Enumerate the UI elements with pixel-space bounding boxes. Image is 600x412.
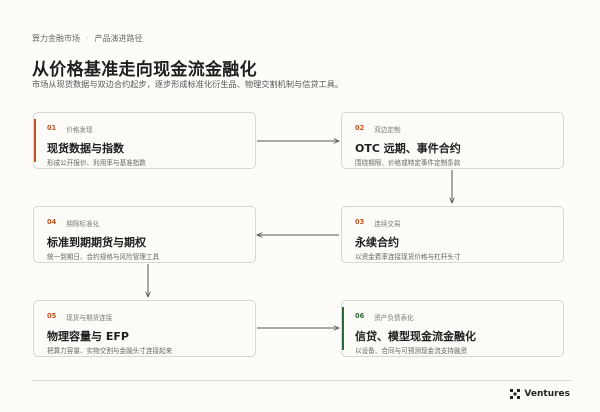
brand-name: Ventures (524, 389, 570, 399)
step-number: 01 (47, 124, 57, 132)
step-category: 资产负债表化 (374, 314, 414, 322)
step-number: 02 (355, 124, 365, 132)
step-card-05: 05 现货与期货连接 物理容量与 EFP 把算力容量、实物交割与金融头寸连接起来 (33, 300, 256, 357)
step-number: 04 (47, 218, 57, 226)
step-name: 信贷、模型现金流金融化 (355, 330, 476, 343)
brand-logo: Ventures (510, 389, 570, 399)
step-name: 现货数据与指数 (47, 142, 124, 155)
step-description: 形成公开报价、利用率与基准指数 (47, 159, 146, 167)
card-accent-bar (342, 307, 344, 350)
step-card-01: 01 价格发现 现货数据与指数 形成公开报价、利用率与基准指数 (33, 112, 256, 169)
step-card-02: 02 双边定制 OTC 远期、事件合约 围绕期限、价格或特定事件定制条款 (341, 112, 564, 169)
step-category: 现货与期货连接 (66, 314, 113, 322)
step-description: 以资金费率连接现货价格与杠杆头寸 (355, 253, 461, 261)
step-number: 03 (355, 218, 365, 226)
step-category: 连续交易 (374, 220, 401, 228)
step-name: 物理容量与 EFP (47, 330, 129, 343)
step-category: 双边定制 (374, 126, 401, 134)
step-name: OTC 远期、事件合约 (355, 142, 461, 155)
step-category: 期限标准化 (66, 220, 100, 228)
card-accent-bar (34, 119, 36, 162)
step-description: 统一到期日、合约规格与风险管理工具 (47, 253, 160, 261)
ventures-logo-icon (510, 389, 521, 399)
step-number: 06 (355, 312, 365, 320)
step-card-06: 06 资产负债表化 信贷、模型现金流金融化 以设备、合同与可预测现金流支持融资 (341, 300, 564, 357)
step-card-03: 03 连续交易 永续合约 以资金费率连接现货价格与杠杆头寸 (341, 206, 564, 263)
step-description: 以设备、合同与可预测现金流支持融资 (355, 347, 468, 355)
slide: 算力金融市场 · 产品演进路径 从价格基准走向现金流金融化 市场从现货数据与双边… (0, 0, 600, 412)
footer-divider (32, 380, 572, 381)
step-description: 围绕期限、价格或特定事件定制条款 (355, 159, 461, 167)
step-name: 标准到期期货与期权 (47, 236, 146, 249)
step-number: 05 (47, 312, 57, 320)
step-card-04: 04 期限标准化 标准到期期货与期权 统一到期日、合约规格与风险管理工具 (33, 206, 256, 263)
step-category: 价格发现 (66, 126, 93, 134)
step-name: 永续合约 (355, 236, 399, 249)
step-description: 把算力容量、实物交割与金融头寸连接起来 (47, 347, 173, 355)
